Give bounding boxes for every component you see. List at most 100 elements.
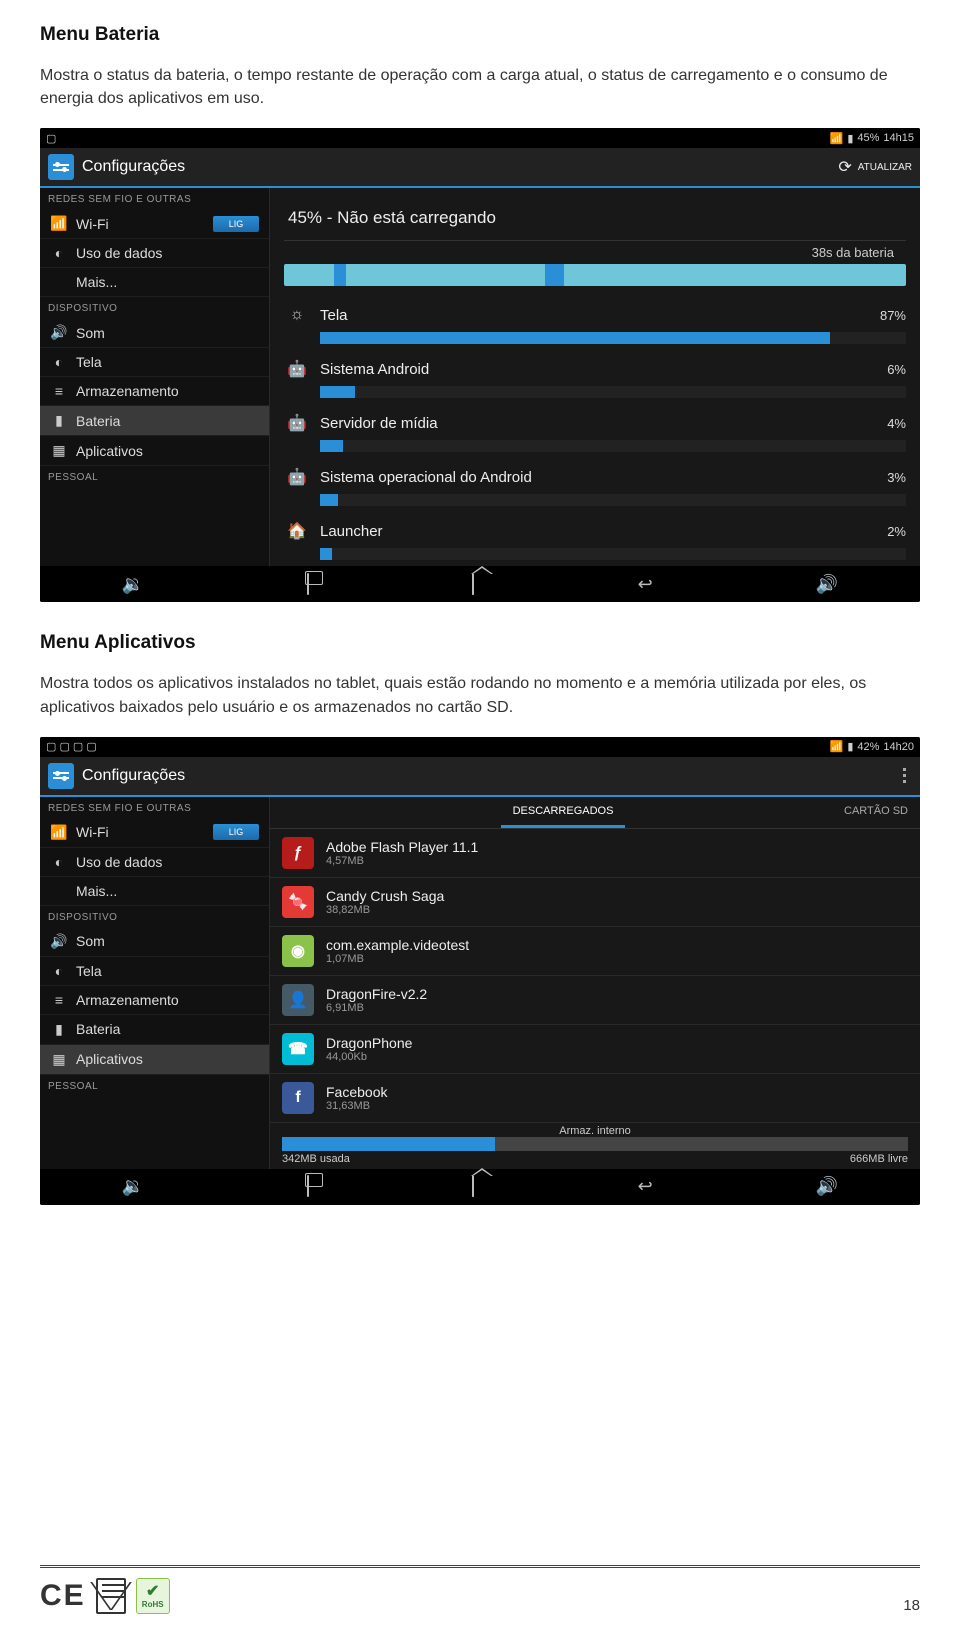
usage-bar <box>320 548 906 560</box>
sidebar-item-label: Mais... <box>76 883 117 899</box>
battery-usage-row[interactable]: 🤖Servidor de mídia4% <box>270 404 920 436</box>
sidebar-item-data-usage[interactable]: ◐ Uso de dados <box>40 848 269 877</box>
usage-app-icon: ☼ <box>284 302 310 328</box>
sidebar-item-display[interactable]: ◐ Tela <box>40 957 269 986</box>
data-usage-icon: ◐ <box>50 854 68 870</box>
battery-icon: ▮ <box>50 1021 68 1038</box>
sidebar-item-sound[interactable]: 🔊 Som <box>40 927 269 957</box>
app-icon: ƒ <box>282 837 314 869</box>
sidebar-item-battery[interactable]: ▮ Bateria <box>40 1015 269 1045</box>
recents-button[interactable] <box>297 1172 319 1201</box>
sidebar-group-wireless: REDES SEM FIO E OUTRAS <box>40 797 269 818</box>
page-footer: CE ✔RoHS 18 <box>40 1565 920 1614</box>
wifi-toggle[interactable]: LIG <box>213 216 259 232</box>
recents-button[interactable] <box>297 570 319 599</box>
data-usage-icon: ◐ <box>50 245 68 261</box>
sidebar-item-sound[interactable]: 🔊 Som <box>40 318 269 348</box>
page-number: 18 <box>903 1597 920 1614</box>
storage-icon: ≡ <box>50 383 68 399</box>
battery-pct: 45% <box>857 132 879 144</box>
status-bar: ▢ 📶 ▮ 45% 14h15 <box>40 128 920 148</box>
wifi-icon: 📶 <box>50 824 68 841</box>
usage-app-icon: 🤖 <box>284 464 310 490</box>
battery-pct: 42% <box>857 741 879 753</box>
sidebar-item-storage[interactable]: ≡ Armazenamento <box>40 986 269 1015</box>
home-button[interactable] <box>462 1172 484 1201</box>
sidebar-item-label: Uso de dados <box>76 245 162 261</box>
sidebar-item-more[interactable]: Mais... <box>40 877 269 906</box>
sidebar-item-label: Armazenamento <box>76 383 179 399</box>
battery-timeline-bar[interactable] <box>284 264 906 286</box>
battery-usage-row[interactable]: 🤖Sistema operacional do Android3% <box>270 458 920 490</box>
storage-used: 342MB usada <box>282 1153 350 1165</box>
sidebar-item-label: Bateria <box>76 413 120 429</box>
charge-status[interactable]: 45% - Não está carregando <box>270 188 920 240</box>
screenshot-battery: ▢ 📶 ▮ 45% 14h15 Configurações ⟳ ATUALIZA… <box>40 128 920 602</box>
sidebar-item-apps[interactable]: ▦ Aplicativos <box>40 1045 269 1075</box>
app-list-item[interactable]: ◉com.example.videotest1,07MB <box>270 927 920 976</box>
apps-main: DESCARREGADOS CARTÃO SD ƒ Adobe Flash Pla… <box>270 797 920 1169</box>
battery-usage-row[interactable]: ☼Tela87% <box>270 296 920 328</box>
battery-usage-row[interactable]: 🏠Launcher2% <box>270 512 920 544</box>
usage-app-name: Servidor de mídia <box>320 415 877 432</box>
overflow-menu-button[interactable] <box>897 766 912 785</box>
refresh-button[interactable]: ⟳ ATUALIZAR <box>838 157 912 177</box>
title-bar: Configurações <box>40 757 920 797</box>
sidebar-item-label: Mais... <box>76 274 117 290</box>
volume-up-button[interactable]: 🔊 <box>806 570 848 599</box>
wifi-icon: 📶 <box>50 215 68 232</box>
back-button[interactable]: ↩ <box>628 570 663 599</box>
app-name: Candy Crush Saga <box>326 888 444 904</box>
usage-bar <box>320 440 906 452</box>
back-button[interactable]: ↩ <box>628 1172 663 1201</box>
battery-usage-row[interactable]: 🤖Sistema Android6% <box>270 350 920 382</box>
app-list-item[interactable]: ƒ Adobe Flash Player 11.14,57MB <box>270 829 920 878</box>
volume-down-button[interactable]: 🔉 <box>112 570 154 599</box>
sidebar-item-wifi[interactable]: 📶 Wi-Fi LIG <box>40 209 269 239</box>
sidebar-item-label: Wi-Fi <box>76 824 109 840</box>
sidebar-item-battery[interactable]: ▮ Bateria <box>40 406 269 436</box>
usage-app-pct: 6% <box>887 362 906 377</box>
tab-sdcard[interactable]: CARTÃO SD <box>832 797 920 828</box>
section2-title: Menu Aplicativos <box>40 632 920 654</box>
sidebar-item-label: Tela <box>76 963 102 979</box>
sidebar-item-display[interactable]: ◐ Tela <box>40 348 269 377</box>
app-size: 4,57MB <box>326 855 478 867</box>
app-icon: 🍬 <box>282 886 314 918</box>
status-time: 14h20 <box>883 741 914 753</box>
sidebar-item-wifi[interactable]: 📶 Wi-Fi LIG <box>40 818 269 848</box>
sidebar-item-label: Som <box>76 933 105 949</box>
apps-tabs: DESCARREGADOS CARTÃO SD <box>270 797 920 829</box>
usage-app-icon: 🏠 <box>284 518 310 544</box>
storage-bar <box>282 1137 908 1151</box>
usage-app-icon: 🤖 <box>284 356 310 382</box>
app-list-item[interactable]: ☎DragonPhone44,00Kb <box>270 1025 920 1074</box>
volume-up-button[interactable]: 🔊 <box>806 1172 848 1201</box>
app-name: DragonPhone <box>326 1035 412 1051</box>
app-list-item[interactable]: fFacebook31,63MB <box>270 1074 920 1123</box>
rohs-badge-icon: ✔RoHS <box>136 1578 170 1614</box>
tab-downloaded[interactable]: DESCARREGADOS <box>501 797 626 828</box>
usage-app-name: Launcher <box>320 523 877 540</box>
app-icon: ◉ <box>282 935 314 967</box>
wifi-toggle[interactable]: LIG <box>213 824 259 840</box>
app-list-item[interactable]: 🍬Candy Crush Saga38,82MB <box>270 878 920 927</box>
sidebar-group-wireless: REDES SEM FIO E OUTRAS <box>40 188 269 209</box>
time-on-battery: 38s da bateria <box>284 241 906 264</box>
home-button[interactable] <box>462 570 484 599</box>
sidebar-item-apps[interactable]: ▦ Aplicativos <box>40 436 269 466</box>
tab-hidden-left[interactable] <box>270 797 294 828</box>
sidebar-item-storage[interactable]: ≡ Armazenamento <box>40 377 269 406</box>
battery-icon: ▮ <box>50 412 68 429</box>
app-name: Adobe Flash Player 11.1 <box>326 839 478 855</box>
system-navbar: 🔉 ↩ 🔊 <box>40 1169 920 1205</box>
sidebar-item-more[interactable]: Mais... <box>40 268 269 297</box>
sidebar-item-data-usage[interactable]: ◐ Uso de dados <box>40 239 269 268</box>
section1-text: Mostra o status da bateria, o tempo rest… <box>40 64 920 110</box>
settings-sidebar: REDES SEM FIO E OUTRAS 📶 Wi-Fi LIG ◐ Uso… <box>40 188 270 566</box>
battery-icon: ▮ <box>847 132 853 145</box>
volume-down-button[interactable]: 🔉 <box>112 1172 154 1201</box>
app-list-item[interactable]: 👤DragonFire-v2.26,91MB <box>270 976 920 1025</box>
settings-sidebar: REDES SEM FIO E OUTRAS 📶 Wi-Fi LIG ◐ Uso… <box>40 797 270 1169</box>
sidebar-item-label: Som <box>76 325 105 341</box>
